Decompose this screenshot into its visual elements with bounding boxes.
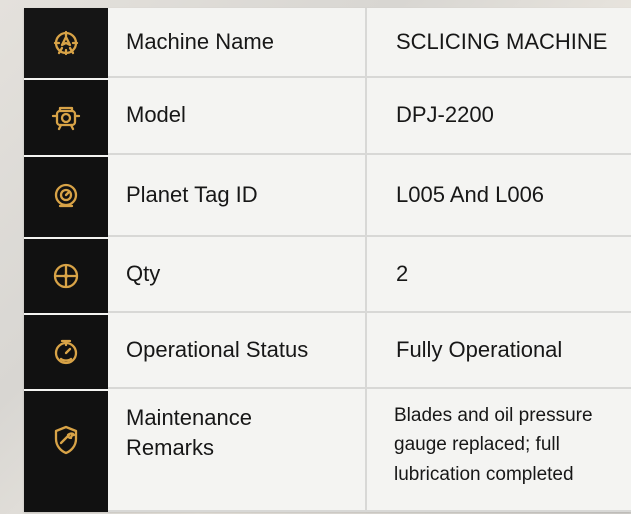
row-icon-cell <box>24 237 108 313</box>
row-icon-cell <box>24 389 108 512</box>
row-value: 2 <box>367 237 631 313</box>
row-label: Planet Tag ID <box>108 155 367 237</box>
engine-icon <box>49 101 83 135</box>
row-value: Fully Operational <box>367 313 631 389</box>
row-value-line: lubrication completed <box>394 463 574 485</box>
row-label: Model <box>108 78 367 155</box>
table-row: Machine Name SCLICING MACHINE <box>24 8 631 78</box>
row-value: SCLICING MACHINE <box>367 8 631 78</box>
row-value-line: Blades and oil pressure <box>394 405 593 426</box>
shield-wrench-icon <box>49 423 83 457</box>
table-row: Model DPJ-2200 <box>24 78 631 155</box>
row-label-line: Remarks <box>126 434 215 460</box>
row-icon-cell <box>24 8 108 78</box>
table-row: Qty 2 <box>24 237 631 313</box>
table-row: Operational Status Fully Operational <box>24 313 631 389</box>
row-label: Machine Name <box>108 8 367 78</box>
gear-rocket-icon <box>49 26 83 60</box>
row-value-line: gauge replaced; full <box>394 434 560 456</box>
row-icon-cell <box>24 78 108 155</box>
table-row: Maintenance Remarks Blades and oil press… <box>24 389 631 512</box>
row-value: DPJ-2200 <box>367 78 631 155</box>
machine-details-table: Machine Name SCLICING MACHINE Model DPJ-… <box>24 8 631 512</box>
row-icon-cell <box>24 155 108 237</box>
table-row: Planet Tag ID L005 And L006 <box>24 155 631 237</box>
row-label-lines: Maintenance Remarks <box>126 403 252 462</box>
row-label: Qty <box>108 237 367 313</box>
row-value: L005 And L006 <box>367 155 631 237</box>
row-label-line: Maintenance <box>126 405 252 430</box>
tag-gauge-icon <box>49 180 83 214</box>
row-label: Maintenance Remarks <box>108 389 367 512</box>
row-label: Operational Status <box>108 313 367 389</box>
row-value: Blades and oil pressure gauge replaced; … <box>367 389 631 512</box>
row-icon-cell <box>24 313 108 389</box>
row-value-lines: Blades and oil pressure gauge replaced; … <box>394 401 593 489</box>
crosshair-gauge-icon <box>49 259 83 293</box>
timer-gauge-icon <box>49 335 83 369</box>
